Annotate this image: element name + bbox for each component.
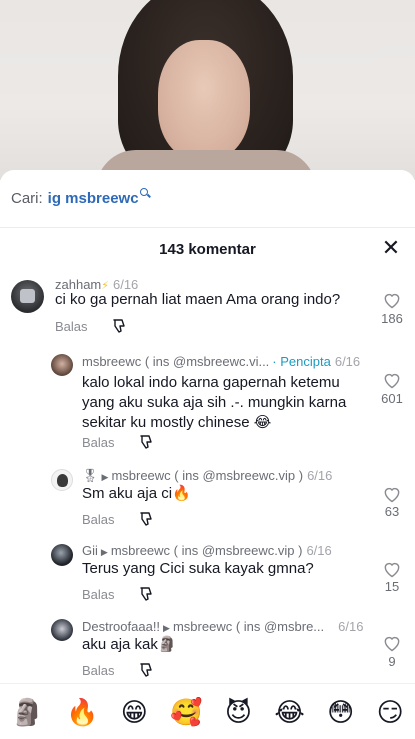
reply-button[interactable]: Balas (55, 319, 88, 334)
dislike-icon[interactable] (138, 662, 154, 678)
creator-badge: · Pencipta (272, 354, 331, 369)
like-count: 9 (388, 654, 396, 669)
dislike-icon[interactable] (138, 586, 154, 602)
comment-text: aku aja kak🗿 (82, 636, 177, 653)
reply-button[interactable]: Balas (82, 663, 115, 678)
avatar[interactable] (11, 280, 44, 313)
like-count: 601 (381, 391, 403, 406)
close-icon[interactable]: ✕ (380, 237, 402, 259)
reply-arrow-icon: ▶ (163, 623, 170, 633)
reply-button[interactable]: Balas (82, 512, 115, 527)
smirk-emoji-icon[interactable]: 😏 (377, 699, 404, 725)
like-count: 186 (381, 311, 403, 326)
laugh-cry-emoji-icon[interactable]: 😂 (274, 699, 304, 725)
comment-reply-item: msbreewc ( ins @msbreewc.vi... · Pencipta… (0, 345, 415, 453)
reply-arrow-icon: ▶ (101, 472, 109, 482)
heart-icon[interactable] (382, 633, 402, 653)
like-count: 15 (384, 579, 400, 594)
dislike-icon[interactable] (111, 318, 127, 334)
devil-emoji-icon[interactable]: 😈 (225, 699, 252, 725)
flushed-emoji-icon[interactable]: 😳 (327, 699, 354, 725)
reply-arrow-icon: ▶ (100, 547, 108, 557)
comment-count: 143 komentar (159, 240, 256, 258)
comment-text: ci ko ga pernah liat maen Ama orang indo… (55, 291, 341, 308)
search-icon (139, 187, 148, 196)
reply-button[interactable]: Balas (82, 587, 115, 602)
grin-emoji-icon[interactable]: 😁 (121, 699, 148, 725)
search-suggestion-bar[interactable]: Cari: ig msbreewc (0, 170, 415, 228)
love-emoji-icon[interactable]: 🥰 (170, 699, 202, 725)
heart-icon[interactable] (382, 484, 402, 504)
reply-button[interactable]: Balas (82, 435, 115, 450)
dislike-icon[interactable] (138, 434, 154, 450)
emoji-bar: 🗿 🔥 😁 🥰 😈 😂 😳 😏 (0, 683, 415, 739)
comment-reply-item: Gii ▶ msbreewc ( ins @msbreewc.vip ) 6/16 T… (0, 535, 415, 610)
avatar[interactable] (51, 619, 73, 641)
comment-username[interactable]: 🎖 ▶ msbreewc ( ins @msbreewc.vip ) 6/16 (82, 468, 332, 484)
heart-icon[interactable] (382, 290, 402, 310)
comment-username[interactable]: msbreewc ( ins @msbreewc.vi... · Pencipta… (82, 354, 360, 369)
search-query-link[interactable]: ig msbreewc (48, 190, 139, 207)
video-person-face (158, 40, 250, 160)
moai-emoji-icon[interactable]: 🗿 (11, 699, 43, 725)
fire-emoji-icon[interactable]: 🔥 (66, 699, 98, 725)
video-player[interactable] (0, 0, 415, 180)
comment-item: zahham⚡ 6/16 ci ko ga pernah liat maen Am… (0, 270, 415, 345)
like-count: 63 (384, 504, 400, 519)
comment-username[interactable]: Gii ▶ msbreewc ( ins @msbreewc.vip ) 6/16 (82, 543, 332, 558)
comment-username[interactable]: Destroofaaa!! ▶ msbreewc ( ins @msbre... 6/… (82, 619, 363, 634)
heart-icon[interactable] (382, 370, 402, 390)
avatar[interactable] (51, 469, 73, 491)
avatar[interactable] (51, 354, 73, 376)
heart-icon[interactable] (382, 559, 402, 579)
comment-reply-item: 🎖 ▶ msbreewc ( ins @msbreewc.vip ) 6/16 Sm … (0, 460, 415, 535)
comments-header: 143 komentar ✕ (0, 228, 415, 270)
comment-text: kalo lokal indo karna gapernah ketemu ya… (82, 374, 347, 431)
comment-reply-item: Destroofaaa!! ▶ msbreewc ( ins @msbre... 6/… (0, 610, 415, 683)
search-prefix: Cari: (11, 190, 43, 207)
avatar[interactable] (51, 544, 73, 566)
dislike-icon[interactable] (138, 511, 154, 527)
comment-text: Terus yang Cici suka kayak gmna? (82, 560, 314, 577)
medal-icon: 🎖 (82, 468, 99, 483)
comment-text: Sm aku aja ci🔥 (82, 485, 191, 502)
